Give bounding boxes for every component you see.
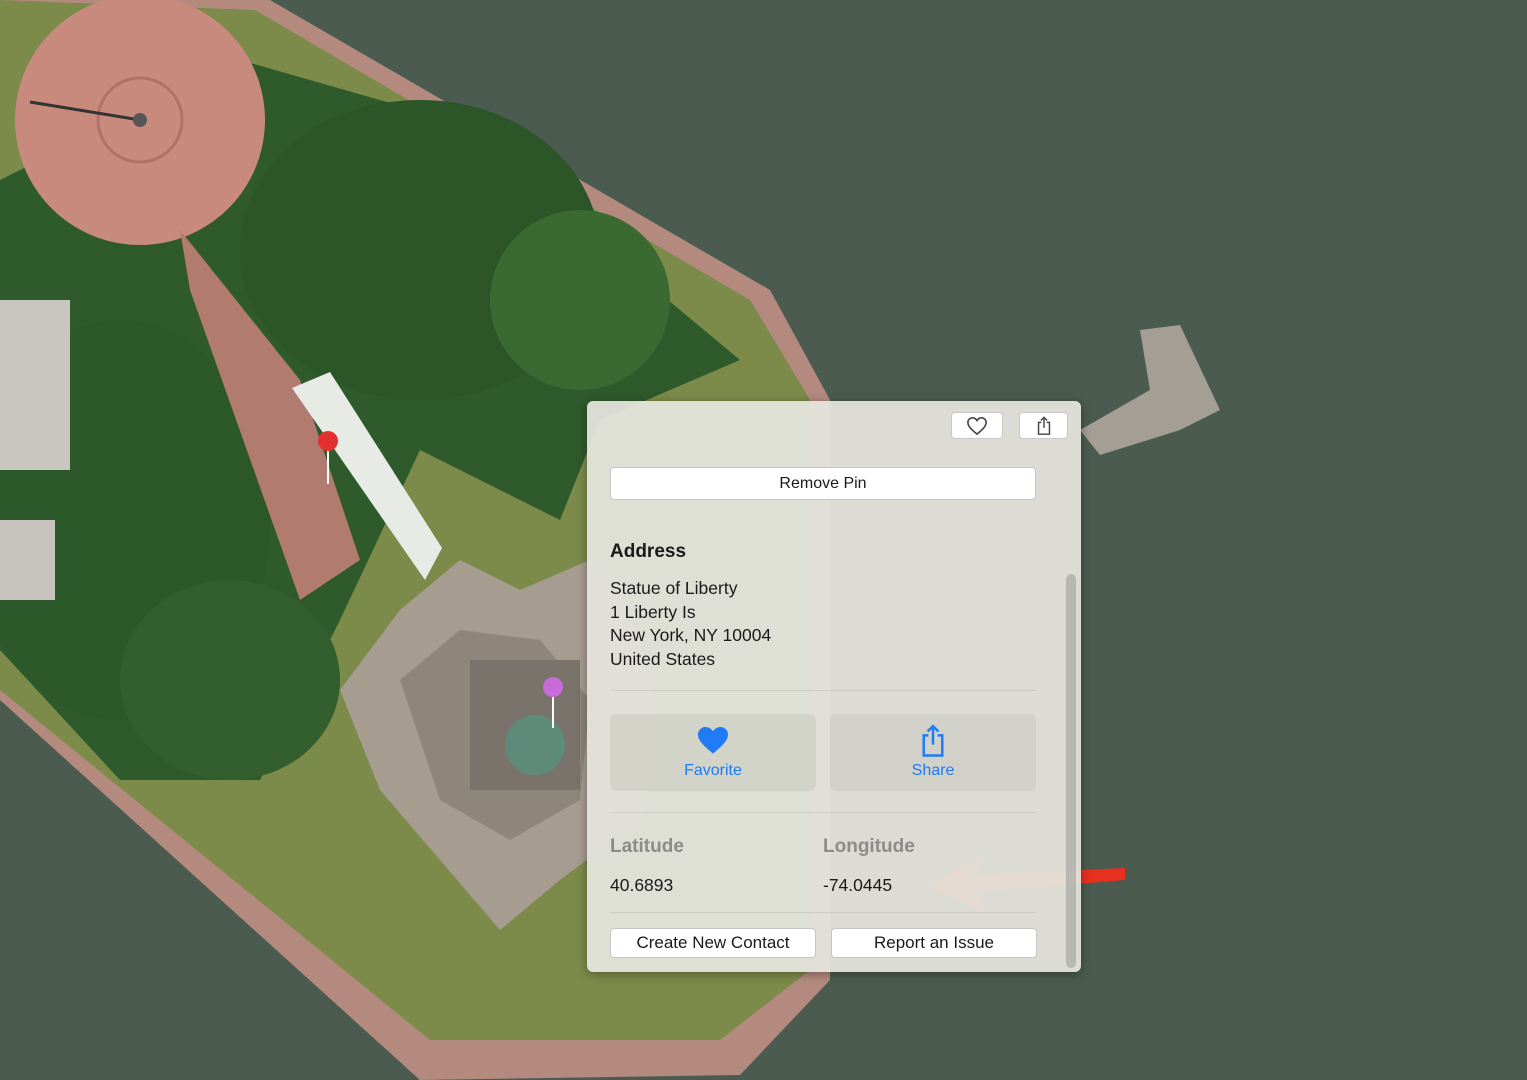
favorite-toolbar-button[interactable]	[951, 412, 1003, 439]
address-line: Statue of Liberty	[610, 578, 738, 598]
address-heading: Address	[610, 541, 687, 562]
longitude-label: Longitude	[823, 836, 915, 857]
address-line: United States	[610, 649, 716, 669]
share-icon	[1037, 415, 1050, 435]
heart-outline-icon	[967, 416, 987, 435]
share-button[interactable]: Share	[830, 714, 1036, 791]
report-an-issue-button[interactable]: Report an Issue	[831, 928, 1037, 958]
scrollbar[interactable]	[1066, 574, 1076, 968]
favorite-button[interactable]: Favorite	[610, 714, 816, 791]
create-new-contact-button[interactable]: Create New Contact	[610, 928, 816, 958]
divider	[610, 812, 1036, 813]
heart-filled-icon	[698, 727, 728, 754]
divider	[610, 912, 1036, 913]
latitude-value: 40.6893	[610, 875, 674, 895]
divider	[610, 690, 1036, 691]
longitude-value: -74.0445	[823, 875, 893, 895]
latitude-label: Latitude	[610, 836, 684, 857]
remove-pin-button[interactable]: Remove Pin	[610, 467, 1036, 500]
address-line: 1 Liberty Is	[610, 602, 696, 622]
share-toolbar-button[interactable]	[1019, 412, 1068, 439]
location-popover: Remove Pin Address Statue of Liberty 1 L…	[587, 401, 1081, 972]
address-line: New York, NY 10004	[610, 625, 772, 645]
share-icon	[922, 724, 944, 757]
favorite-label: Favorite	[684, 762, 742, 779]
share-label: Share	[911, 762, 955, 779]
